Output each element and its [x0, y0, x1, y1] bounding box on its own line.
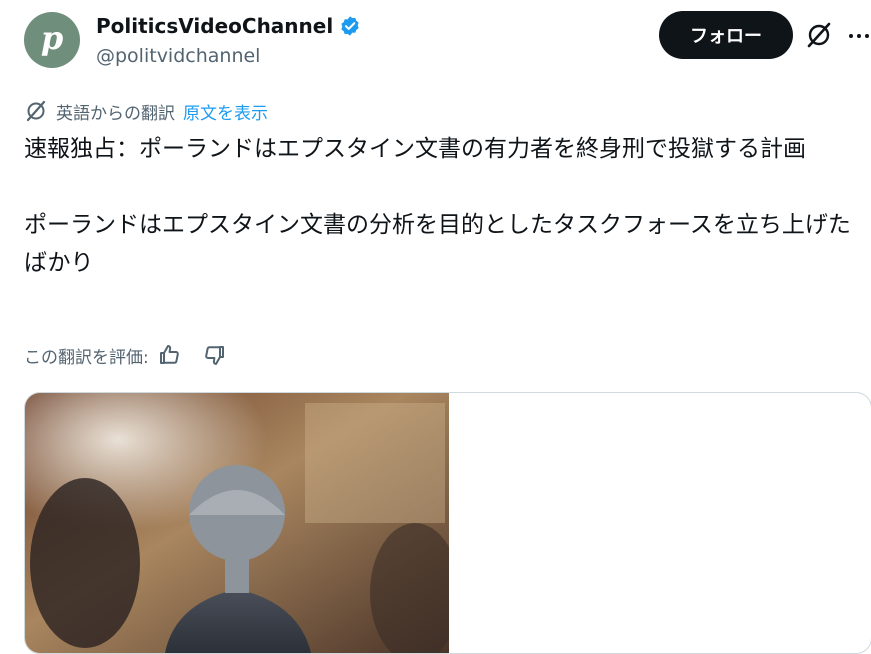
handle[interactable]: @politvidchannel: [96, 45, 260, 67]
avatar-letter: p: [40, 19, 64, 57]
translate-icon: [26, 100, 46, 122]
avatar[interactable]: p: [24, 12, 80, 68]
rate-translation-row: この翻訳を評価:: [24, 341, 227, 369]
translation-row: 英語からの翻訳 原文を表示: [24, 97, 268, 125]
grok-icon[interactable]: [805, 21, 833, 49]
more-icon[interactable]: [847, 24, 871, 48]
rate-label: この翻訳を評価:: [24, 347, 149, 368]
translation-label: 英語からの翻訳: [56, 103, 175, 124]
show-original-link[interactable]: 原文を表示: [183, 99, 268, 124]
thumbs-down-icon[interactable]: [203, 343, 227, 367]
tweet-text: 速報独占：ポーランドはエプスタイン文書の有力者を終身刑で投獄する計画 ポーランド…: [24, 136, 851, 276]
thumbs-up-icon[interactable]: [157, 343, 181, 367]
verified-badge-icon: [341, 16, 359, 36]
media-card[interactable]: [24, 392, 871, 654]
display-name[interactable]: PoliticsVideoChannel: [96, 14, 333, 38]
media-photo[interactable]: [25, 393, 449, 653]
display-name-row[interactable]: PoliticsVideoChannel: [96, 14, 361, 38]
follow-button[interactable]: フォロー: [659, 11, 793, 59]
